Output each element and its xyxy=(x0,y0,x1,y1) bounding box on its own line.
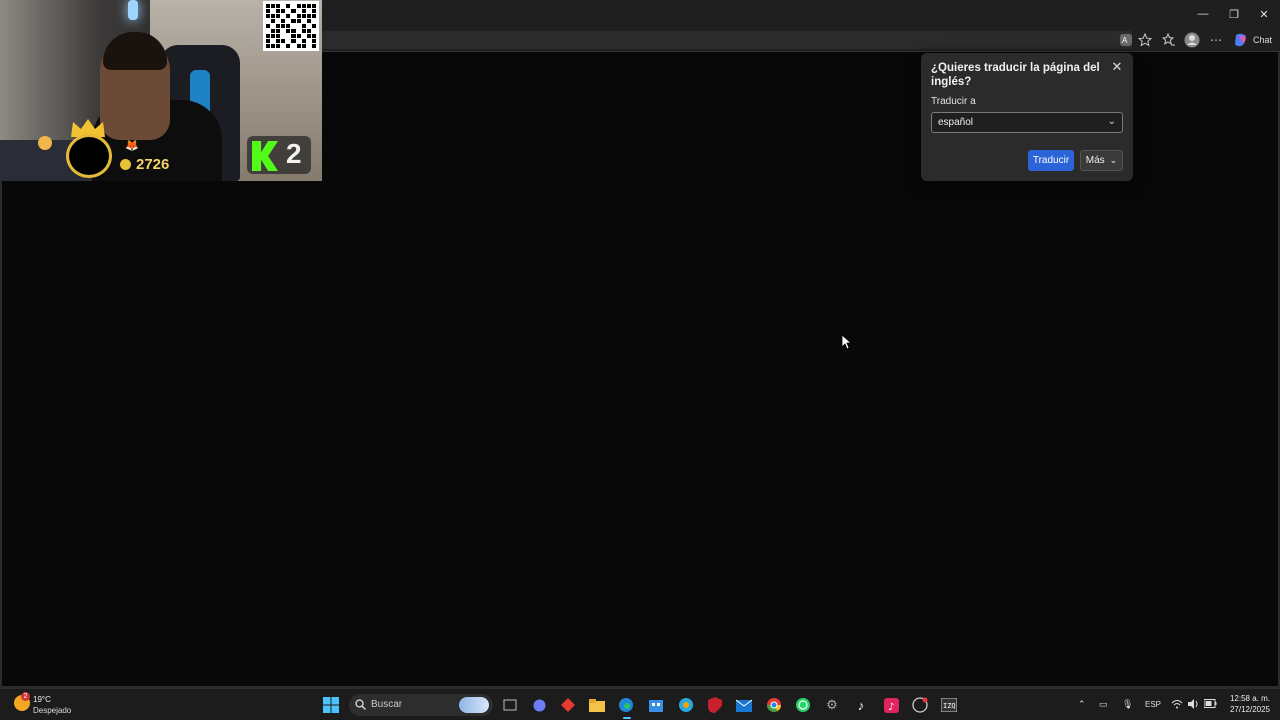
svg-text:♪: ♪ xyxy=(888,702,894,713)
more-button-label: Más xyxy=(1085,155,1105,166)
copilot-taskbar-icon[interactable] xyxy=(530,696,548,714)
more-button[interactable]: Más ⌄ xyxy=(1080,150,1123,171)
cam-light xyxy=(128,0,138,20)
browser-app-icon[interactable] xyxy=(677,696,695,714)
copilot-icon[interactable] xyxy=(1233,32,1249,48)
mail-app-icon[interactable] xyxy=(735,696,753,714)
windows-taskbar: 2 19°C Despejado Buscar ⚙ ♪ ♪ IZQ ⌃ ▭ 🎙 … xyxy=(0,688,1280,720)
battery-icon[interactable] xyxy=(1203,699,1217,710)
medal-icon xyxy=(38,136,52,150)
input-language[interactable]: ESP xyxy=(1145,700,1161,709)
mcafee-shield-icon[interactable] xyxy=(706,696,724,714)
weather-temperature[interactable]: 19°C xyxy=(33,695,51,704)
camera-off-icon[interactable]: ▭ xyxy=(1099,699,1108,710)
translate-button[interactable]: Traducir xyxy=(1028,150,1074,171)
settings-gear-icon[interactable]: ⚙ xyxy=(823,696,841,714)
search-label: Buscar xyxy=(371,699,403,710)
system-clock[interactable]: 12:58 a. m. 27/12/2025 xyxy=(1222,693,1270,715)
close-icon[interactable]: ✕ xyxy=(1111,60,1123,73)
address-bar[interactable] xyxy=(322,31,1132,49)
search-highlight-icon xyxy=(459,697,489,713)
terminal-app-icon[interactable]: IZQ xyxy=(940,696,958,714)
translate-popup: ¿Quieres traducir la página del inglés? … xyxy=(921,53,1133,181)
svg-text:IZQ: IZQ xyxy=(943,702,956,710)
obs-icon[interactable] xyxy=(911,696,929,714)
chat-label[interactable]: Chat xyxy=(1253,35,1272,45)
svg-text:A: A xyxy=(1122,36,1128,45)
coin-icon xyxy=(120,159,131,170)
tiktok-icon[interactable]: ♪ xyxy=(852,696,870,714)
tiktok-live-icon[interactable]: ♪ xyxy=(882,696,900,714)
popup-title: ¿Quieres traducir la página del inglés? xyxy=(931,62,1100,88)
minimize-button[interactable]: — xyxy=(1187,0,1219,28)
profile-avatar-icon[interactable] xyxy=(1184,32,1200,48)
close-window-button[interactable]: ✕ xyxy=(1248,0,1280,28)
weather-notification-badge: 2 xyxy=(21,692,30,701)
translate-icon[interactable]: A xyxy=(1118,32,1134,48)
active-app-indicator xyxy=(623,717,631,719)
file-explorer-icon[interactable] xyxy=(588,696,606,714)
avatar-badge xyxy=(66,134,112,178)
fox-icon: 🦊 xyxy=(125,140,139,152)
language-select-value: español xyxy=(938,117,974,128)
favorite-star-icon[interactable] xyxy=(1137,32,1153,48)
translate-to-label: Traducir a xyxy=(931,96,976,107)
show-hidden-icons-chevron-icon[interactable]: ⌃ xyxy=(1078,699,1086,710)
favorites-list-icon[interactable] xyxy=(1161,32,1177,48)
mouse-cursor-icon xyxy=(841,334,851,350)
task-view-icon[interactable] xyxy=(501,696,519,714)
more-options-icon[interactable]: ⋯ xyxy=(1208,32,1224,48)
qr-code xyxy=(263,1,319,51)
weather-condition[interactable]: Despejado xyxy=(33,706,71,715)
language-select[interactable]: español ⌄ xyxy=(931,112,1123,133)
microphone-icon[interactable]: 🎙 xyxy=(1122,699,1133,710)
windows-start-icon[interactable] xyxy=(322,696,340,714)
chrome-icon[interactable] xyxy=(765,696,783,714)
chevron-down-icon: ⌄ xyxy=(1109,155,1118,165)
kick-count: 2 xyxy=(286,138,302,169)
red-diamond-app-icon[interactable] xyxy=(559,696,577,714)
edge-browser-icon[interactable] xyxy=(617,696,635,714)
search-icon xyxy=(355,699,366,710)
maximize-button[interactable]: ❐ xyxy=(1218,0,1250,28)
whatsapp-icon[interactable] xyxy=(794,696,812,714)
clock-date: 27/12/2025 xyxy=(1229,705,1270,714)
volume-icon[interactable] xyxy=(1187,699,1199,711)
chevron-down-icon: ⌄ xyxy=(1107,116,1116,127)
clock-time: 12:58 a. m. xyxy=(1229,694,1270,703)
points-counter: 2726 xyxy=(136,156,170,173)
taskbar-search[interactable]: Buscar xyxy=(349,694,493,716)
wifi-icon[interactable] xyxy=(1171,699,1183,711)
microsoft-store-icon[interactable] xyxy=(647,696,665,714)
